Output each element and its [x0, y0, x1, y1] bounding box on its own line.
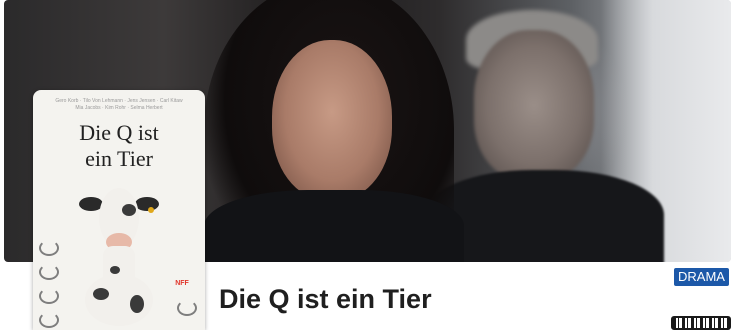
- genre-badge[interactable]: DRAMA: [674, 268, 729, 286]
- laurel-icon: [177, 300, 197, 316]
- poster-credits: Gero Korb · Tilo Von Lehmann · Jens Jens…: [43, 98, 195, 112]
- poster-title: Die Q ist ein Tier: [33, 120, 205, 172]
- laurel-icon: [39, 264, 59, 280]
- poster-title-line-2: ein Tier: [85, 146, 153, 171]
- poster-festival-logo: NFF: [175, 280, 189, 287]
- cow-eye-patch: [122, 204, 136, 216]
- poster-cow-illustration: [79, 188, 159, 326]
- cow-ear-tag: [148, 207, 154, 213]
- cow-left-ear: [79, 197, 103, 211]
- movie-poster[interactable]: Gero Korb · Tilo Von Lehmann · Jens Jens…: [33, 90, 205, 330]
- qr-code-icon[interactable]: [671, 316, 731, 330]
- cow-spot: [130, 295, 144, 313]
- poster-festival-laurels-right: [177, 300, 197, 324]
- movie-title: Die Q ist ein Tier: [219, 284, 432, 314]
- backdrop-woman-body: [204, 190, 464, 262]
- cow-right-ear: [135, 197, 159, 211]
- poster-credits-line: Mia Jacobs · Kim Rohr · Selma Herbert: [75, 105, 163, 111]
- poster-credits-line: Gero Korb · Tilo Von Lehmann · Jens Jens…: [55, 98, 183, 104]
- laurel-icon: [39, 240, 59, 256]
- backdrop-man-face: [474, 30, 594, 180]
- backdrop-woman-face: [272, 40, 392, 200]
- cow-spot: [110, 266, 120, 274]
- laurel-icon: [39, 288, 59, 304]
- poster-festival-laurels-left: [39, 240, 63, 330]
- laurel-icon: [39, 312, 59, 328]
- poster-title-line-1: Die Q ist: [79, 120, 159, 145]
- cow-spot: [93, 288, 109, 300]
